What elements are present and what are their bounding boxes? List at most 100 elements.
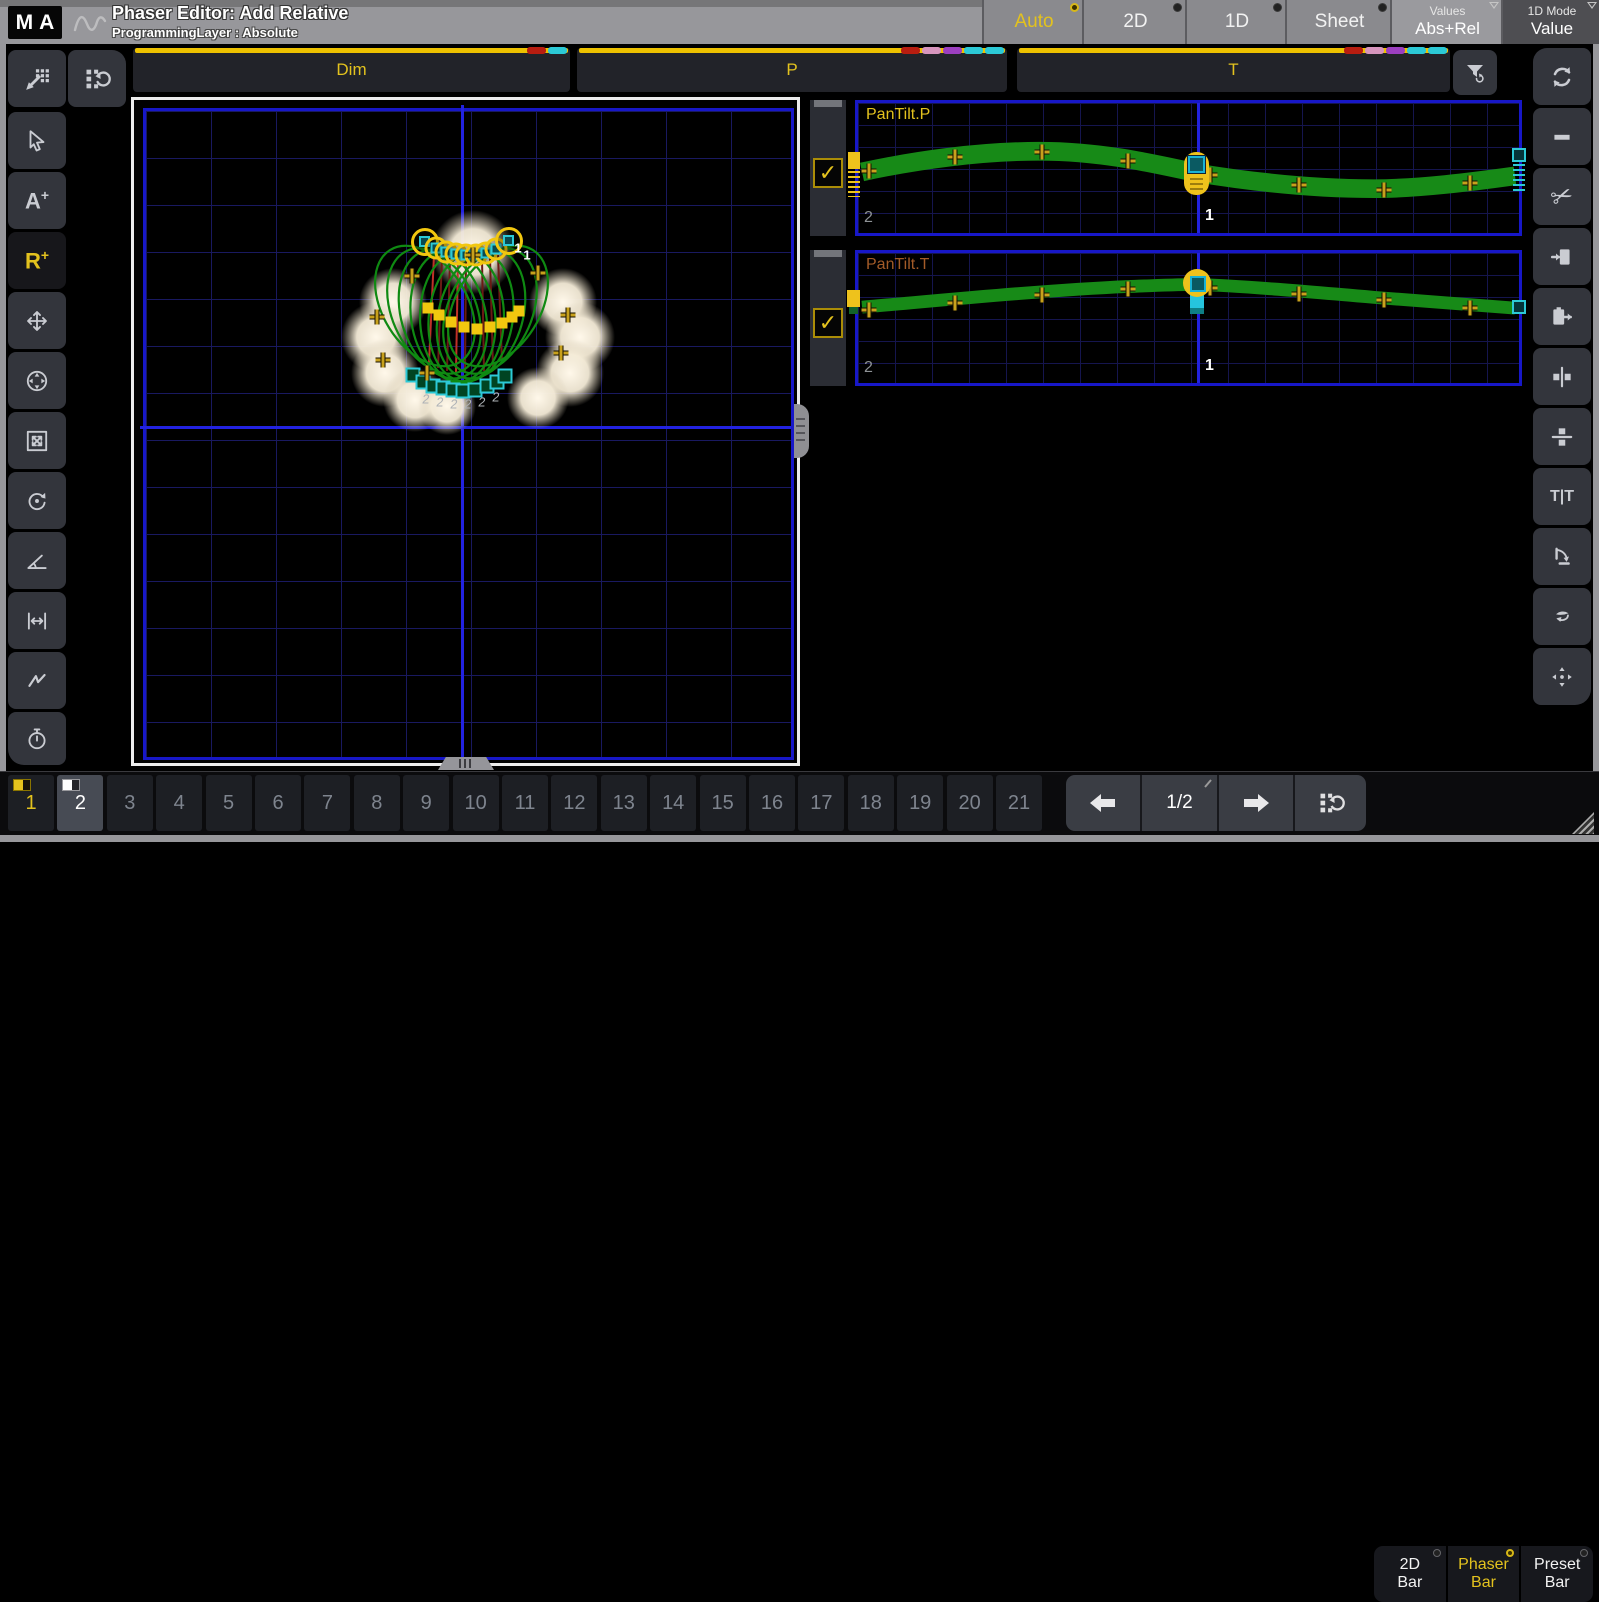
move-center-button[interactable] [8, 352, 66, 409]
collapse-button[interactable] [1533, 108, 1591, 165]
value-square-marker[interactable] [485, 322, 496, 333]
prev-page-button[interactable] [1066, 775, 1140, 831]
values-dropdown[interactable]: Values Abs+Rel [1390, 0, 1503, 44]
recalculate-steps-button[interactable] [1293, 775, 1366, 831]
step-button-12[interactable]: 12 [551, 775, 597, 831]
curve-point-cross[interactable] [947, 149, 964, 166]
step-button-4[interactable]: 4 [156, 775, 202, 831]
filter-button[interactable] [1453, 50, 1497, 95]
param-button-t[interactable]: T [1017, 48, 1450, 92]
slope-button[interactable] [8, 652, 66, 709]
width-button[interactable] [8, 592, 66, 649]
mirror-horizontal-button[interactable] [1533, 348, 1591, 405]
value-square-marker[interactable] [459, 322, 470, 333]
angle-button[interactable] [8, 532, 66, 589]
step-button-3[interactable]: 3 [107, 775, 153, 831]
step2-marker[interactable] [498, 369, 513, 384]
mirror-text-button[interactable]: T|T [1533, 468, 1591, 525]
tab-2d[interactable]: 2D [1082, 0, 1187, 44]
1d-mode-dropdown[interactable]: 1D Mode Value [1501, 0, 1599, 44]
next-page-button[interactable] [1217, 775, 1293, 831]
step-button-13[interactable]: 13 [601, 775, 647, 831]
step-button-19[interactable]: 19 [897, 775, 943, 831]
mirror-vertical-button[interactable] [1533, 408, 1591, 465]
curve-point-cross[interactable] [1034, 287, 1051, 304]
phaser-bar-button[interactable]: Phaser Bar [1446, 1546, 1520, 1602]
curve-point-cross[interactable] [1291, 286, 1308, 303]
rotate-90-button[interactable] [1533, 528, 1591, 585]
curve-point-cross[interactable] [861, 302, 878, 319]
copy-button[interactable] [1533, 228, 1591, 285]
step-handle-icon[interactable] [1190, 276, 1206, 292]
curve-point-cross[interactable] [1462, 300, 1479, 317]
stopwatch-button[interactable] [8, 712, 66, 765]
paste-button[interactable] [1533, 288, 1591, 345]
move-all-button[interactable] [1533, 648, 1591, 705]
graph-t-end-marker[interactable] [1512, 300, 1526, 314]
add-absolute-button[interactable]: A+ [8, 172, 66, 229]
step-button-10[interactable]: 10 [453, 775, 499, 831]
grid-move-button[interactable] [8, 50, 66, 107]
curve-point-cross[interactable] [947, 295, 964, 312]
step-button-2[interactable]: 2 [57, 775, 103, 831]
curve-point-cross[interactable] [1462, 175, 1479, 192]
curve-point-cross[interactable] [1376, 292, 1393, 309]
param-button-p[interactable]: P [577, 48, 1007, 92]
step-button-11[interactable]: 11 [502, 775, 548, 831]
graph-t-checkbox[interactable]: ✓ [813, 308, 843, 338]
tab-sheet[interactable]: Sheet [1285, 0, 1392, 44]
recalculate-right-button[interactable] [1533, 48, 1591, 105]
step-label: 13 [613, 792, 635, 815]
step-button-15[interactable]: 15 [700, 775, 746, 831]
curve-point-cross[interactable] [1291, 177, 1308, 194]
step-button-18[interactable]: 18 [848, 775, 894, 831]
step-handle-icon[interactable] [1188, 156, 1205, 173]
move-button[interactable] [8, 292, 66, 349]
step-button-21[interactable]: 21 [996, 775, 1042, 831]
rotate-button[interactable] [8, 472, 66, 529]
curve-point-cross[interactable] [1376, 182, 1393, 199]
step-button-8[interactable]: 8 [354, 775, 400, 831]
select-pointer-button[interactable] [8, 112, 66, 169]
add-relative-button[interactable]: R+ [8, 232, 66, 289]
graph-p-selected-step-marker[interactable] [1184, 152, 1209, 195]
2d-bar-button[interactable]: 2D Bar [1374, 1546, 1446, 1602]
step-button-1[interactable]: 1 [8, 775, 54, 831]
value-square-marker[interactable] [434, 310, 445, 321]
curve-point-cross[interactable] [1120, 153, 1137, 170]
graph-t-start-marker[interactable] [847, 290, 860, 307]
add-relative-label: R+ [25, 247, 49, 274]
feature-chip [1386, 47, 1405, 54]
invert-direction-button[interactable] [1533, 588, 1591, 645]
step-button-20[interactable]: 20 [947, 775, 993, 831]
graph-t-selected-step-marker[interactable] [1183, 269, 1211, 297]
splitter-handle-bottom[interactable] [438, 757, 494, 770]
step-button-16[interactable]: 16 [749, 775, 795, 831]
curve-point-cross[interactable] [1120, 281, 1137, 298]
curve-point-cross[interactable] [861, 163, 878, 180]
graph-t-step-block[interactable] [1190, 294, 1204, 314]
value-square-marker[interactable] [472, 324, 483, 335]
param-button-dim[interactable]: Dim [133, 48, 570, 92]
recalculate-button[interactable] [68, 50, 126, 107]
graph-p-end-marker[interactable] [1512, 148, 1526, 162]
graph-p-checkbox[interactable]: ✓ [813, 158, 843, 188]
step-button-6[interactable]: 6 [255, 775, 301, 831]
preset-bar-button[interactable]: Preset Bar [1519, 1546, 1593, 1602]
step-button-14[interactable]: 14 [650, 775, 696, 831]
tab-auto[interactable]: Auto [982, 0, 1084, 44]
tab-1d[interactable]: 1D [1185, 0, 1287, 44]
step-button-9[interactable]: 9 [403, 775, 449, 831]
value-square-marker[interactable] [423, 303, 434, 314]
step-button-7[interactable]: 7 [304, 775, 350, 831]
cut-button[interactable]: ✂ [1533, 168, 1591, 225]
scale-button[interactable] [8, 412, 66, 469]
splitter-handle-right[interactable] [794, 404, 809, 458]
step-button-17[interactable]: 17 [798, 775, 844, 831]
step-button-5[interactable]: 5 [206, 775, 252, 831]
curve-point-cross[interactable] [1034, 144, 1051, 161]
page-indicator[interactable]: 1/2 [1140, 775, 1217, 831]
value-square-marker[interactable] [514, 306, 525, 317]
graph-p-start-marker[interactable] [848, 152, 860, 169]
value-square-marker[interactable] [446, 317, 457, 328]
